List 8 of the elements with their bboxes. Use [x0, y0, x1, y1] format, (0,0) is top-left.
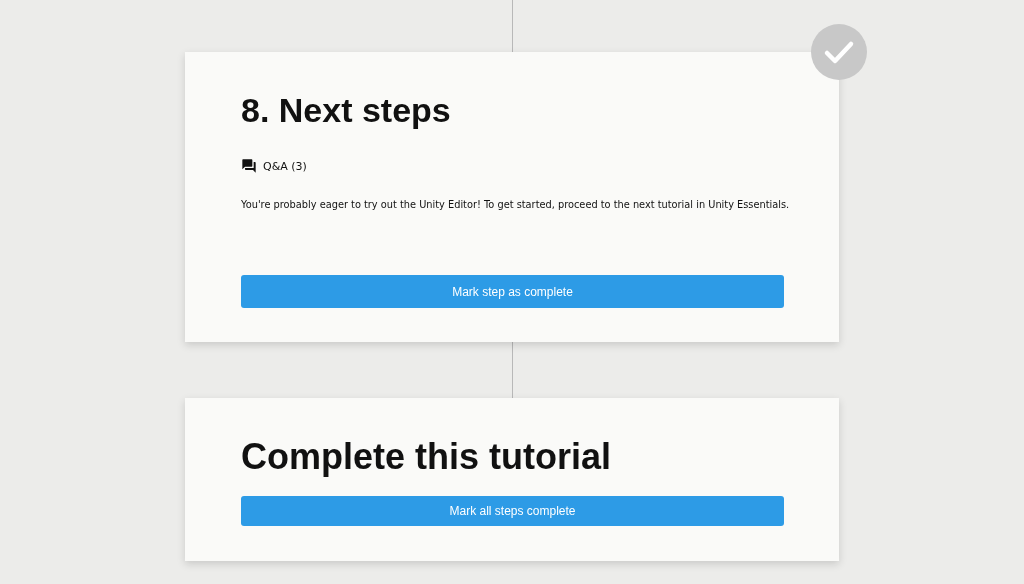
- check-badge-icon[interactable]: [811, 24, 867, 80]
- complete-title: Complete this tutorial: [241, 435, 613, 479]
- mark-all-complete-button[interactable]: Mark all steps complete: [241, 496, 784, 526]
- step-text: You're probably eager to try out the Unity Editor! To get started, proceed to the next tutorial in Unity Essentials.: [241, 198, 790, 212]
- step-title: 8. Next steps: [241, 90, 452, 131]
- mark-step-complete-button[interactable]: Mark step as complete: [241, 275, 784, 308]
- chat-bubbles-icon[interactable]: [241, 158, 257, 174]
- qa-link[interactable]: Q&A (3): [263, 159, 307, 173]
